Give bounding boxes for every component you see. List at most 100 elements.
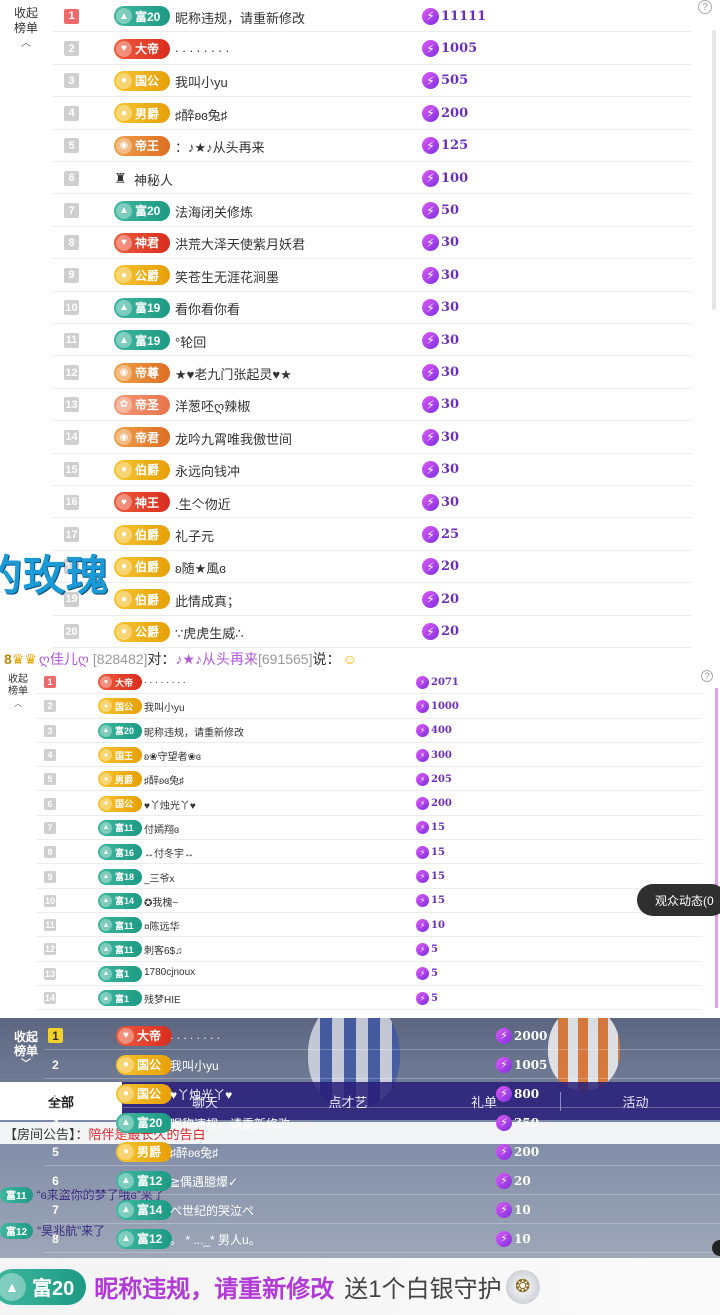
scroll-handle[interactable] (712, 1240, 720, 1256)
chat-target[interactable]: ♪★♪从头再来 (175, 649, 258, 669)
nickname[interactable]: 洋葱呸ღ辣椒 (175, 396, 250, 415)
nickname[interactable]: ↔付冬宇↔ (144, 845, 194, 860)
ranking-row[interactable]: 10 ▲ 富14 ✪我槐~ ⚡ 15 (36, 889, 702, 913)
chat-user[interactable]: ღ佳儿ღ (39, 649, 89, 669)
ranking-row[interactable]: 3 ● 国公 ♥丫烛光丫♥ ⚡ 800 (44, 1079, 720, 1108)
nickname[interactable]: 龙吟九霄唯我傲世间 (175, 429, 292, 448)
ranking-row[interactable]: 6 ▲ 富12 ≧偶遇臆爆✓ ⚡ 20 (44, 1166, 720, 1195)
nickname[interactable]: 昵称违规，请重新修改 (170, 1115, 290, 1132)
ranking-row[interactable]: 3 ● 国公 我叫小yu ⚡ 505 (52, 65, 692, 98)
nickname[interactable]: °轮回 (175, 332, 206, 351)
nickname[interactable]: ʚ❀守望者❀ɞ (144, 748, 201, 763)
ranking-row[interactable]: 14 ◉ 帝君 龙吟九霄唯我傲世间 ⚡ 30 (52, 421, 692, 454)
ranking-row[interactable]: 13 ▲ 富1 1780cjnoux ⚡ 5 (36, 962, 702, 986)
ranking-row[interactable]: 4 ● 国王 ʚ❀守望者❀ɞ ⚡ 300 (36, 743, 702, 768)
ranking-row[interactable]: 2 ♥ 大帝 . . . . . . . . ⚡ 1005 (52, 32, 692, 65)
collapse-label: 收起 榜单 (13, 1030, 38, 1058)
nickname[interactable]: ∵虎虎生威∴ (175, 623, 244, 642)
ranking-row[interactable]: 8 ▲ 富12。 * ..._* 男人u。 ⚡ 10 (44, 1224, 720, 1253)
nickname[interactable]: 神秘人 (134, 170, 173, 189)
ranking-row[interactable]: 11 ▲ 富11 ¤陈远华 ⚡ 10 (36, 913, 702, 938)
nickname[interactable]: ♥丫烛光丫♥ (170, 1086, 232, 1103)
ranking-row[interactable]: 2 ● 国公 我叫小yu ⚡ 1000 (36, 694, 702, 719)
nickname[interactable]: 永远向钱冲 (175, 461, 240, 480)
ranking-row[interactable]: 4 ● 男爵 ♯醉ʚɞ兔♯ ⚡ 200 (52, 97, 692, 130)
nickname[interactable]: ✪我槐~ (144, 894, 178, 909)
ranking-row[interactable]: 12 ◉ 帝尊 ★♥老九门张起灵♥★ ⚡ 30 (52, 356, 692, 389)
question-icon[interactable]: ? (698, 0, 712, 14)
ranking-row[interactable]: 7 ▲ 富14 ぺ世纪的哭泣ぺ ⚡ 10 (44, 1195, 720, 1224)
scrollbar[interactable] (715, 688, 718, 1008)
scrollbar[interactable] (712, 30, 716, 310)
nickname[interactable]: 我叫小yu (144, 699, 185, 714)
nickname[interactable]: ♥丫烛光丫♥ (144, 797, 196, 812)
nickname[interactable]: ♯醉ʚɞ兔♯ (144, 772, 184, 787)
nickname[interactable]: 昵称违规，请重新修改 (175, 8, 305, 27)
nickname[interactable]: . . . . . . . . (170, 1028, 220, 1042)
question-icon[interactable]: ? (701, 670, 713, 682)
nickname[interactable]: 我叫小yu (175, 72, 228, 91)
ranking-row[interactable]: 15 ● 伯爵 永远向钱冲 ⚡ 30 (52, 454, 692, 486)
ranking-row[interactable]: 9 ▲ 富18 _三爷x ⚡ 15 (36, 864, 702, 889)
ranking-row[interactable]: 5 ● 男爵 ♯醉ʚɞ兔♯ ⚡ 205 (36, 767, 702, 792)
ranking-row[interactable]: 6 ♜ 神秘人 ⚡ 100 (52, 162, 692, 195)
ranking-row[interactable]: 18 ● 伯爵 ʚ随★風ɞ ⚡ 20 (52, 551, 692, 584)
nickname[interactable]: 昵称违规，请重新修改 (144, 724, 244, 739)
nickname[interactable]: 笑苍生无涯花涧墨 (175, 267, 279, 286)
nickname[interactable]: ¤陈远华 (144, 918, 180, 933)
ranking-row[interactable]: 5 ◉ 帝王 ：♪★♪从头再来 ⚡ 125 (52, 130, 692, 162)
ranking-row[interactable]: 20 ● 公爵 ∵虎虎生威∴ ⚡ 20 (52, 616, 692, 648)
nickname[interactable]: ≧偶遇臆爆✓ (170, 1173, 238, 1190)
nickname[interactable]: ★♥老九门张起灵♥★ (175, 364, 292, 383)
ranking-row[interactable]: 2 ● 国公 我叫小yu ⚡ 1005 (44, 1050, 720, 1079)
nickname[interactable]: 。 * ..._* 男人u。 (170, 1231, 261, 1248)
gift-sender[interactable]: 昵称违规，请重新修改 (94, 1269, 334, 1304)
ranking-row[interactable]: 8 ▲ 富16 ↔付冬宇↔ ⚡ 15 (36, 840, 702, 865)
ranking-row[interactable]: 3 ▲ 富20 昵称违规，请重新修改 ⚡ 400 (36, 719, 702, 743)
ranking-row[interactable]: 9 ● 公爵 笑苍生无涯花涧墨 ⚡ 30 (52, 259, 692, 292)
nickname[interactable]: ʚ随★風ɞ (175, 558, 226, 577)
nickname[interactable]: ♯醉ʚɞ兔♯ (170, 1144, 218, 1161)
nickname[interactable]: 我叫小yu (170, 1057, 219, 1074)
ranking-row[interactable]: 19 ● 伯爵 此情成真； ⚡ 20 (52, 583, 692, 616)
nickname[interactable]: 残梦HIE (144, 991, 181, 1006)
nickname[interactable]: _三爷x (144, 870, 175, 885)
ranking-row[interactable]: 10 ▲ 富19 看你看你看 ⚡ 30 (52, 292, 692, 324)
ranking-row[interactable]: 1 ▲ 富20 昵称违规，请重新修改 ⚡ 11111 (52, 0, 692, 33)
nickname[interactable]: 此情成真； (175, 591, 240, 610)
nickname[interactable]: ：♪★♪从头再来 (175, 137, 265, 156)
ranking-row[interactable]: 5 ● 男爵 ♯醉ʚɞ兔♯ ⚡ 200 (44, 1137, 720, 1166)
score-value: 15 (431, 895, 445, 907)
ranking-row[interactable]: 6 ● 国公 ♥丫烛光丫♥ ⚡ 200 (36, 792, 702, 816)
ranking-row[interactable]: 14 ▲ 富1 残梦HIE ⚡ 5 (36, 986, 702, 1011)
ranking-row[interactable]: 16 ♥ 神王 .生亽伆近 ⚡ 30 (52, 486, 692, 519)
ranking-row[interactable]: 8 ♥ 神君 洪荒大泽天使紫月妖君 ⚡ 30 (52, 227, 692, 260)
collapse-ranking-button[interactable]: 收起 榜单 ︿ (6, 6, 46, 51)
ranking-row[interactable]: 13 ✿ 帝圣 洋葱呸ღ辣椒 ⚡ 30 (52, 389, 692, 422)
nickname[interactable]: 看你看你看 (175, 299, 240, 318)
lightning-icon: ⚡ (496, 1056, 512, 1073)
ranking-row[interactable]: 17 ● 伯爵 礼子元 ⚡ 25 (52, 518, 692, 551)
nickname[interactable]: .生亽伆近 (175, 494, 231, 513)
ranking-row[interactable]: 12 ▲ 富11 刺客6$♫ ⚡ 5 (36, 937, 702, 962)
nickname[interactable]: 礼子元 (175, 526, 214, 545)
nickname[interactable]: . . . . . . . . (144, 675, 186, 686)
ranking-row[interactable]: 7 ▲ 富20 法海闭关修炼 ⚡ 50 (52, 194, 692, 227)
nickname[interactable]: 1780cjnoux (144, 967, 195, 978)
collapse-ranking-button-3[interactable]: 收起 榜单 ﹀ (8, 1030, 44, 1072)
ranking-row[interactable]: 7 ▲ 富11 付嫣翔ɞ ⚡ 15 (36, 816, 702, 841)
nickname[interactable]: . . . . . . . . (175, 40, 229, 55)
nickname[interactable]: 法海闭关修炼 (175, 202, 253, 221)
viewer-activity-button[interactable]: 观众动态(0 (637, 884, 720, 916)
ranking-row[interactable]: 1 ♥ 大帝. . . . . . . . ⚡ 2000 (44, 1021, 720, 1050)
collapse-ranking-button-2[interactable]: 收起 榜单 ︿ (4, 674, 32, 710)
nickname[interactable]: ♯醉ʚɞ兔♯ (175, 105, 227, 124)
nickname[interactable]: 洪荒大泽天使紫月妖君 (175, 234, 305, 253)
nickname[interactable]: 付嫣翔ɞ (144, 821, 179, 836)
ranking-row[interactable]: 11 ▲ 富19 °轮回 ⚡ 30 (52, 324, 692, 357)
nickname[interactable]: ぺ世纪的哭泣ぺ (170, 1202, 254, 1219)
ranking-row[interactable]: 4 ▲ 富20 昵称违规，请重新修改 ⚡ 350 (44, 1108, 720, 1137)
nickname[interactable]: 刺客6$♫ (144, 942, 183, 957)
ranking-row[interactable]: 1 ♥ 大帝. . . . . . . . ⚡ 2071 (36, 670, 702, 695)
lightning-icon: ⚡ (496, 1085, 512, 1102)
